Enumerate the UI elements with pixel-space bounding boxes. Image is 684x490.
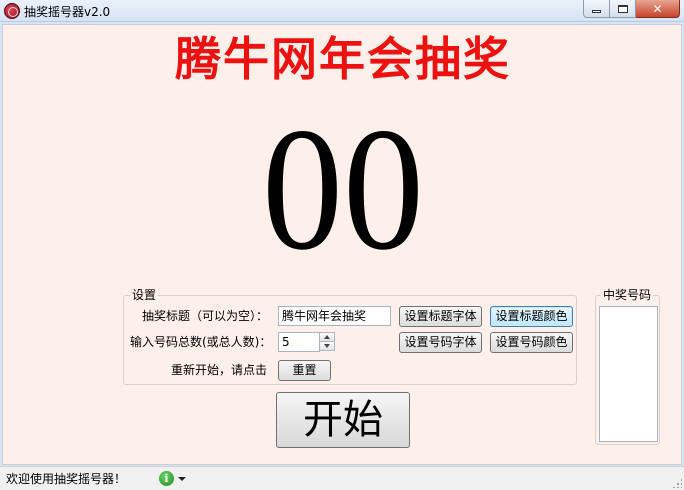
close-icon: ✕ [652,1,663,16]
minimize-button[interactable] [583,0,610,18]
lottery-title: 腾牛网年会抽奖 [175,32,511,86]
status-bar: 欢迎使用抽奖摇号器！ i [0,466,684,490]
close-button[interactable]: ✕ [636,0,680,18]
window-controls: ✕ [583,0,680,18]
total-input[interactable]: 5 [278,332,320,352]
title-bar: 抽奖摇号器v2.0 ✕ [0,0,684,22]
settings-group-label: 设置 [130,288,159,302]
set-title-color-button[interactable]: 设置标题颜色 [490,306,573,327]
info-icon[interactable]: i [159,471,174,486]
title-input[interactable]: 腾牛网年会抽奖 [278,306,391,326]
arrow-down-icon [324,344,330,348]
title-field-label: 抽奖标题（可以为空）： [142,309,269,323]
status-text: 欢迎使用抽奖摇号器！ [6,472,127,486]
winners-group-label: 中奖号码 [601,288,654,302]
start-button[interactable]: 开始 [276,392,410,448]
winners-group: 中奖号码 [595,288,660,445]
maximize-icon [617,4,628,13]
set-number-color-button[interactable]: 设置号码颜色 [490,332,573,353]
lottery-number-display: 00 [262,92,424,287]
total-field-label: 输入号码总数(或总人数)： [130,335,272,349]
dropdown-arrow-icon[interactable] [178,477,186,481]
reset-button[interactable]: 重置 [278,360,331,381]
winners-list[interactable] [599,306,658,442]
window-title: 抽奖摇号器v2.0 [24,5,111,19]
maximize-button[interactable] [610,0,636,18]
settings-group: 设置 抽奖标题（可以为空）： 腾牛网年会抽奖 输入号码总数(或总人数)： 5 重… [123,288,577,385]
arrow-up-icon [324,335,330,339]
set-title-font-button[interactable]: 设置标题字体 [399,306,482,327]
set-number-font-button[interactable]: 设置号码字体 [399,332,482,353]
resize-grip-icon[interactable] [672,478,682,488]
spin-down-button[interactable] [319,341,335,351]
lottery-app-icon[interactable] [4,3,20,19]
main-panel: 腾牛网年会抽奖 00 设置 抽奖标题（可以为空）： 腾牛网年会抽奖 输入号码总数… [2,24,682,465]
minimize-icon [592,10,601,13]
reset-hint-label: 重新开始，请点击 [171,363,268,377]
